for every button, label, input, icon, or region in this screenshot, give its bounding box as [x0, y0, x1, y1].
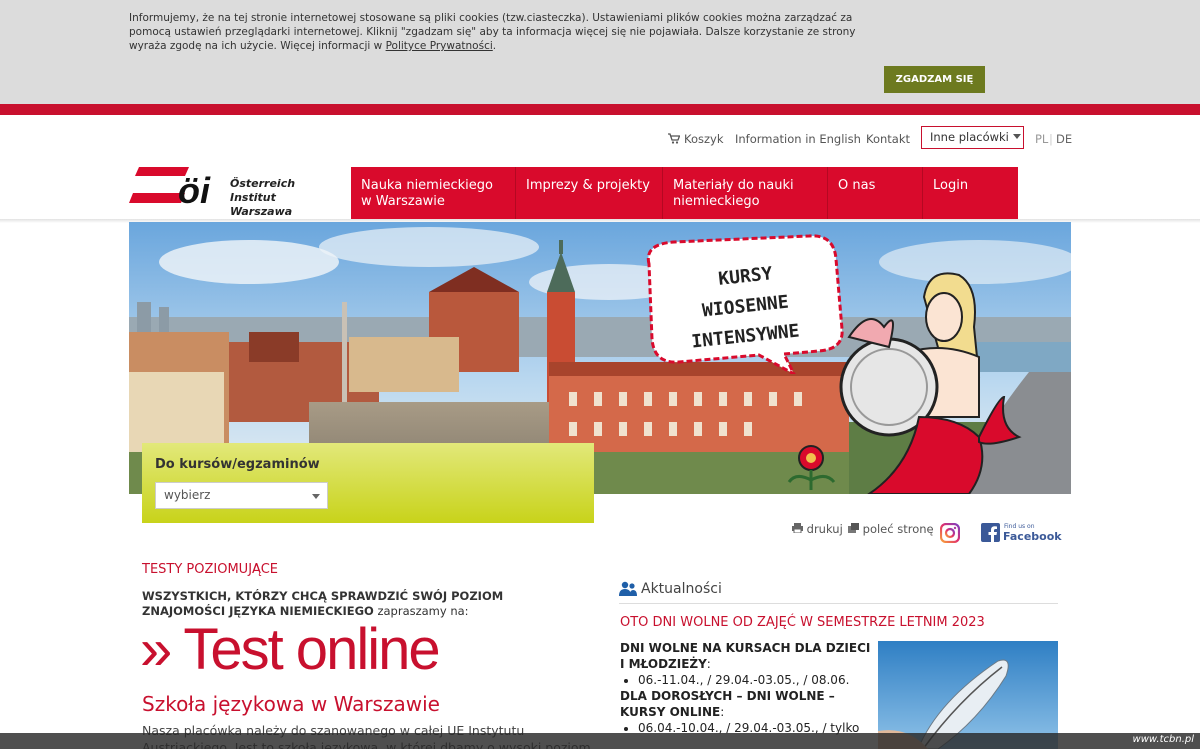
cart-icon: [668, 133, 680, 144]
logo-line-2: Warszawa: [230, 205, 293, 218]
cookie-banner: Informujemy, że na tej stronie interneto…: [0, 0, 1200, 104]
chevron-down-icon: [1012, 134, 1021, 139]
english-info-link[interactable]: Information in English: [735, 132, 861, 146]
nav-item-login[interactable]: Login: [923, 167, 1018, 219]
users-icon: [619, 581, 637, 596]
instagram-icon[interactable]: [940, 523, 960, 543]
nav-item-o-nas[interactable]: O nas: [828, 167, 923, 219]
flower-icon: [787, 445, 836, 490]
logo-line-1: Österreich Institut: [230, 177, 296, 204]
tests-heading: TESTY POZIOMUJĄCE: [142, 562, 278, 577]
facebook-icon: [981, 523, 1000, 542]
print-link[interactable]: drukuj: [792, 522, 843, 536]
cart-link[interactable]: Koszyk: [668, 132, 724, 146]
news-heading: Aktualności: [619, 579, 1058, 604]
tests-lead: WSZYSTKICH, KTÓRZY CHCĄ SPRAWDZIĆ SWÓJ P…: [142, 589, 504, 618]
oi-logo-icon: öi: [129, 167, 211, 211]
lang-pl-link[interactable]: PL: [1035, 132, 1048, 146]
nav-item-imprezy[interactable]: Imprezy & projekty: [516, 167, 663, 219]
mermaid-illustration-icon: [839, 272, 1022, 494]
list-item: 06.-11.04., / 29.04.-03.05., / 08.06.: [638, 672, 872, 688]
accept-cookies-button[interactable]: ZGADZAM SIĘ: [884, 66, 985, 93]
cookie-text: Informujemy, że na tej stronie interneto…: [129, 12, 856, 52]
test-online-link[interactable]: » Test online: [140, 617, 441, 683]
news-title-link[interactable]: OTO DNI WOLNE OD ZAJĘĆ W SEMESTRZE LETNI…: [620, 615, 985, 630]
watermark: www.tcbn.pl: [1132, 734, 1194, 745]
nav-item-nauka[interactable]: Nauka niemieckiego w Warszawie: [351, 167, 516, 219]
course-select[interactable]: wybierz: [155, 482, 328, 509]
site-logo[interactable]: öi Österreich Institut Warszawa: [129, 166, 344, 218]
nav-item-materialy[interactable]: Materiały do nauki niemieckiego: [663, 167, 828, 219]
contact-link[interactable]: Kontakt: [866, 132, 910, 146]
recommend-link[interactable]: poleć stronę: [848, 522, 934, 536]
share-icon: [848, 523, 859, 533]
bottom-overlay-bar: www.tcbn.pl: [0, 733, 1200, 749]
utility-links: Koszyk Information in English Kontakt In…: [0, 126, 1200, 150]
branches-dropdown[interactable]: Inne placówki: [921, 126, 1024, 149]
lang-separator: |: [1049, 132, 1053, 146]
course-search-title: Do kursów/egzaminów: [155, 457, 320, 472]
news-body: DNI WOLNE NA KURSACH DLA DZIECI I MŁODZI…: [620, 640, 872, 736]
printer-icon: [792, 523, 803, 534]
speech-bubble-icon: KURSY WIOSENNE INTENSYWNE: [646, 234, 844, 374]
facebook-link[interactable]: Find us on Facebook: [981, 523, 1062, 543]
privacy-policy-link[interactable]: Polityce Prywatności: [386, 40, 493, 52]
lang-de-link[interactable]: DE: [1056, 132, 1072, 146]
main-nav: Nauka niemieckiego w Warszawie Imprezy & …: [351, 167, 1018, 219]
course-search-box: Do kursów/egzaminów wybierz: [142, 443, 594, 523]
school-title: Szkoła językowa w Warszawie: [142, 692, 440, 716]
chevron-down-icon: [312, 494, 320, 499]
top-red-bar: [0, 104, 1200, 115]
svg-text:öi: öi: [178, 170, 211, 206]
